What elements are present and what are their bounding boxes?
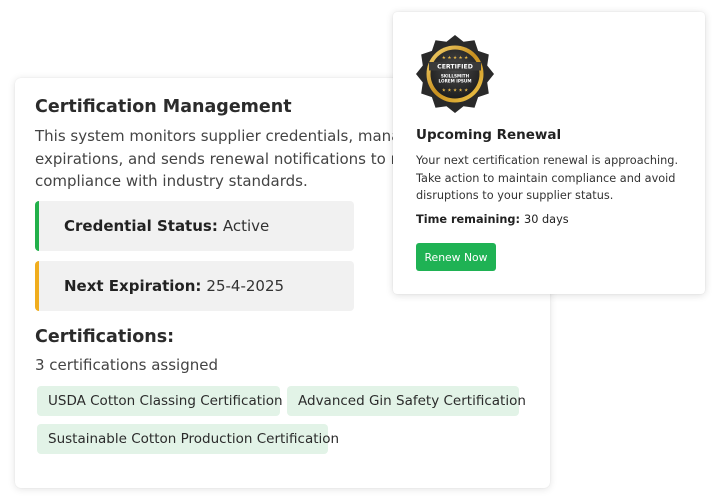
page-title: Certification Management xyxy=(35,97,292,117)
description-line: This system monitors supplier credential… xyxy=(35,127,427,145)
next-expiration-value: 25-4-2025 xyxy=(206,277,285,295)
popup-description-line: Take action to maintain compliance and a… xyxy=(416,171,676,185)
description-line: expirations, and sends renewal notificat… xyxy=(35,149,419,168)
popup-description-line: Your next certification renewal is appro… xyxy=(416,154,679,167)
seal-title: CERTIFIED xyxy=(437,64,473,71)
popup-description-line: disruptions to your supplier status. xyxy=(416,189,614,202)
renew-now-button[interactable]: Renew Now xyxy=(416,243,496,271)
popup-description: Your next certification renewal is appro… xyxy=(416,152,698,205)
certification-tag: USDA Cotton Classing Certification xyxy=(37,386,283,416)
certifications-count: 3 certifications assigned xyxy=(35,356,218,374)
popup-title: Upcoming Renewal xyxy=(416,127,562,143)
certification-tag: Sustainable Cotton Production Certificat… xyxy=(37,424,339,454)
certified-seal-icon: ★ ★ ★ ★ ★ CERTIFIED SKILLSMITH LOREM IPS… xyxy=(416,35,494,113)
credential-status-box: Credential Status: Active xyxy=(35,201,354,251)
seal-stars-bottom: ★ ★ ★ ★ ★ xyxy=(442,88,468,94)
credential-status-value: Active xyxy=(222,217,270,235)
time-remaining: Time remaining: 30 days xyxy=(416,213,569,226)
description-line: compliance with industry standards. xyxy=(35,172,308,190)
credential-status-label: Credential Status: xyxy=(64,217,218,235)
certification-tag: Advanced Gin Safety Certification xyxy=(287,386,526,416)
time-remaining-value: 30 days xyxy=(524,213,569,226)
time-remaining-label: Time remaining: xyxy=(416,213,521,226)
next-expiration-box: Next Expiration: 25-4-2025 xyxy=(35,261,354,311)
next-expiration-label: Next Expiration: xyxy=(64,277,202,295)
certifications-heading: Certifications: xyxy=(35,327,175,347)
seal-line2: LOREM IPSUM xyxy=(439,79,472,84)
seal-stars: ★ ★ ★ ★ ★ xyxy=(442,55,468,61)
renewal-popup: ★ ★ ★ ★ ★ CERTIFIED SKILLSMITH LOREM IPS… xyxy=(393,12,705,294)
